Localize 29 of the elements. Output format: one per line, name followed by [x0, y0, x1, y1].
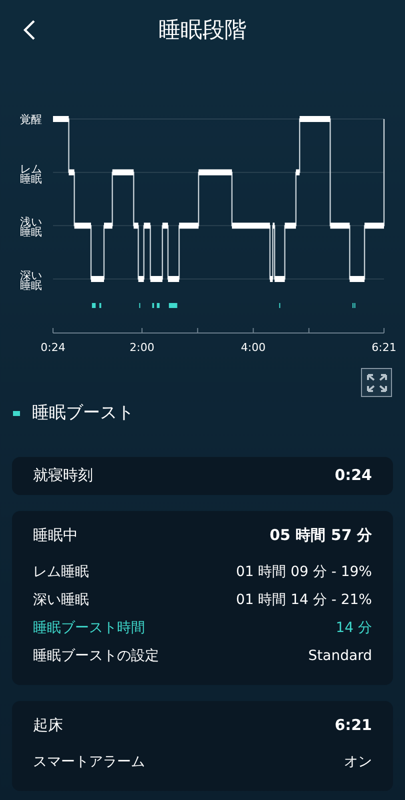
x-axis-label: 2:00 — [130, 341, 154, 354]
row-value: 6:21 — [334, 715, 372, 736]
row-label: 起床 — [33, 715, 63, 736]
y-axis-label: 覚醒 — [20, 113, 42, 126]
row-value: 05 時間 57 分 — [270, 525, 372, 546]
x-axis-label: 6:21 — [372, 341, 396, 354]
page-title: 睡眠段階 — [158, 16, 246, 44]
row-value: オン — [344, 753, 372, 772]
row-value: 01 時間 14 分 - 21% — [236, 591, 372, 610]
row-label: 就寝時刻 — [33, 465, 93, 486]
row-value: 01 時間 09 分 - 19% — [236, 563, 372, 582]
row-label: 睡眠ブーストの設定 — [33, 647, 159, 666]
fullscreen-button[interactable] — [361, 368, 392, 397]
expand-icon — [366, 372, 388, 392]
row-value: Standard — [308, 647, 372, 666]
y-axis-label: 浅い睡眠 — [20, 216, 42, 239]
x-axis-label: 0:24 — [40, 341, 66, 354]
x-axis-label: 4:00 — [240, 341, 266, 354]
row-label: 睡眠ブースト時間 — [33, 619, 145, 638]
y-axis-label: 深い睡眠 — [20, 269, 42, 292]
back-icon[interactable] — [22, 19, 36, 41]
row-label: レム睡眠 — [33, 563, 89, 582]
row-value: 0:24 — [334, 465, 372, 486]
row-value: 14 分 — [336, 619, 372, 638]
row-label: 睡眠中 — [33, 525, 78, 546]
legend-label: 睡眠ブースト — [32, 402, 134, 425]
row-label: スマートアラーム — [33, 753, 145, 772]
row-label: 深い睡眠 — [33, 591, 89, 610]
y-axis-label: レム睡眠 — [20, 162, 42, 186]
